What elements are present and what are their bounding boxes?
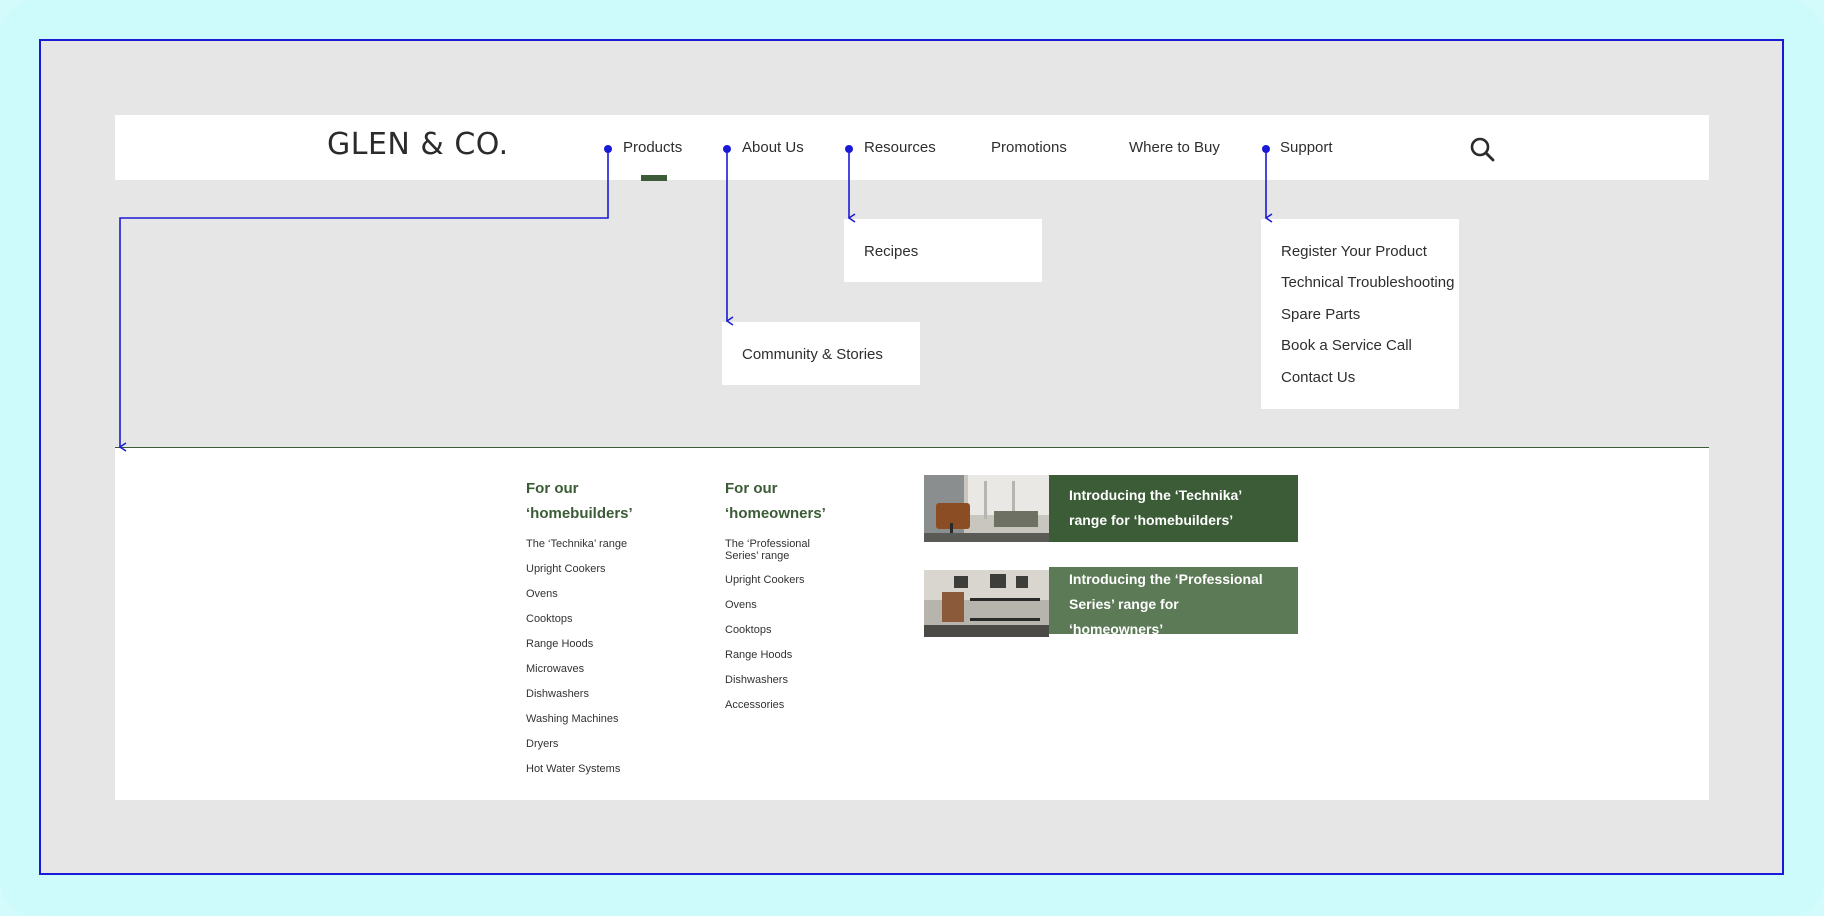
nav-products[interactable]: Products	[623, 139, 682, 156]
promo-line: Introducing the ‘Professional	[1069, 571, 1263, 587]
homebuilders-heading: For our ‘homebuilders’	[526, 476, 666, 526]
nav-resources[interactable]: Resources	[864, 139, 936, 156]
homeowners-link-line1: The ‘Professional	[725, 538, 810, 550]
dropdown-item-contact[interactable]: Contact Us	[1281, 369, 1355, 386]
homeowners-heading-line2: ‘homeowners’	[725, 505, 826, 522]
dropdown-item-service-call[interactable]: Book a Service Call	[1281, 337, 1412, 354]
nav-where-to-buy[interactable]: Where to Buy	[1129, 139, 1220, 156]
homebuilders-heading-line2: ‘homebuilders’	[526, 505, 633, 522]
homeowners-link[interactable]: Cooktops	[725, 624, 771, 636]
homeowners-link-line2: Series’ range	[725, 550, 790, 562]
homeowners-heading: For our ‘homeowners’	[725, 476, 865, 526]
dropdown-item-recipes[interactable]: Recipes	[864, 243, 918, 260]
homebuilders-link[interactable]: Cooktops	[526, 613, 572, 625]
dropdown-item-troubleshooting[interactable]: Technical Troubleshooting	[1281, 274, 1454, 291]
homebuilders-link[interactable]: Washing Machines	[526, 713, 619, 725]
promo-line: Introducing the ‘Technika’	[1069, 487, 1243, 503]
homebuilders-link[interactable]: Dishwashers	[526, 688, 589, 700]
homebuilders-link[interactable]: Range Hoods	[526, 638, 593, 650]
homebuilders-link[interactable]: Dryers	[526, 738, 558, 750]
nav-about-us[interactable]: About Us	[742, 139, 804, 156]
homeowners-link[interactable]: Range Hoods	[725, 649, 792, 661]
dropdown-item-register[interactable]: Register Your Product	[1281, 243, 1427, 260]
homebuilders-link[interactable]: Ovens	[526, 588, 558, 600]
homebuilders-link[interactable]: Upright Cookers	[526, 563, 605, 575]
dropdown-item-community[interactable]: Community & Stories	[742, 346, 883, 363]
promo-line: Series’ range for	[1069, 596, 1179, 612]
dropdown-item-spare-parts[interactable]: Spare Parts	[1281, 306, 1360, 323]
living-room-photo	[924, 475, 1049, 542]
homeowners-link-professional[interactable]: The ‘Professional Series’ range	[725, 538, 810, 562]
promo-text-professional: Introducing the ‘Professional Series’ ra…	[1049, 567, 1298, 637]
homeowners-heading-line1: For our	[725, 480, 778, 497]
nav-support[interactable]: Support	[1280, 139, 1333, 156]
homeowners-link[interactable]: Dishwashers	[725, 674, 788, 686]
homebuilders-link[interactable]: The ‘Technika’ range	[526, 538, 627, 550]
homebuilders-heading-line1: For our	[526, 480, 579, 497]
homebuilders-link[interactable]: Hot Water Systems	[526, 763, 620, 775]
homeowners-link[interactable]: Ovens	[725, 599, 757, 611]
promo-card-professional[interactable]: Introducing the ‘Professional Series’ ra…	[924, 567, 1298, 637]
homebuilders-link[interactable]: Microwaves	[526, 663, 584, 675]
promo-line: range for ‘homebuilders’	[1069, 512, 1234, 528]
interior-shelf-photo	[924, 570, 1049, 637]
search-icon[interactable]	[1469, 136, 1495, 162]
nav-promotions[interactable]: Promotions	[991, 139, 1067, 156]
homeowners-link[interactable]: Accessories	[725, 699, 784, 711]
promo-text-technika: Introducing the ‘Technika’ range for ‘ho…	[1049, 475, 1298, 542]
active-indicator	[641, 175, 667, 181]
brand-logo[interactable]: GLEN & CO.	[327, 127, 509, 162]
homeowners-link[interactable]: Upright Cookers	[725, 574, 804, 586]
products-mega-menu	[115, 447, 1709, 800]
promo-line: ‘homeowners’	[1069, 621, 1164, 637]
promo-card-technika[interactable]: Introducing the ‘Technika’ range for ‘ho…	[924, 475, 1298, 542]
